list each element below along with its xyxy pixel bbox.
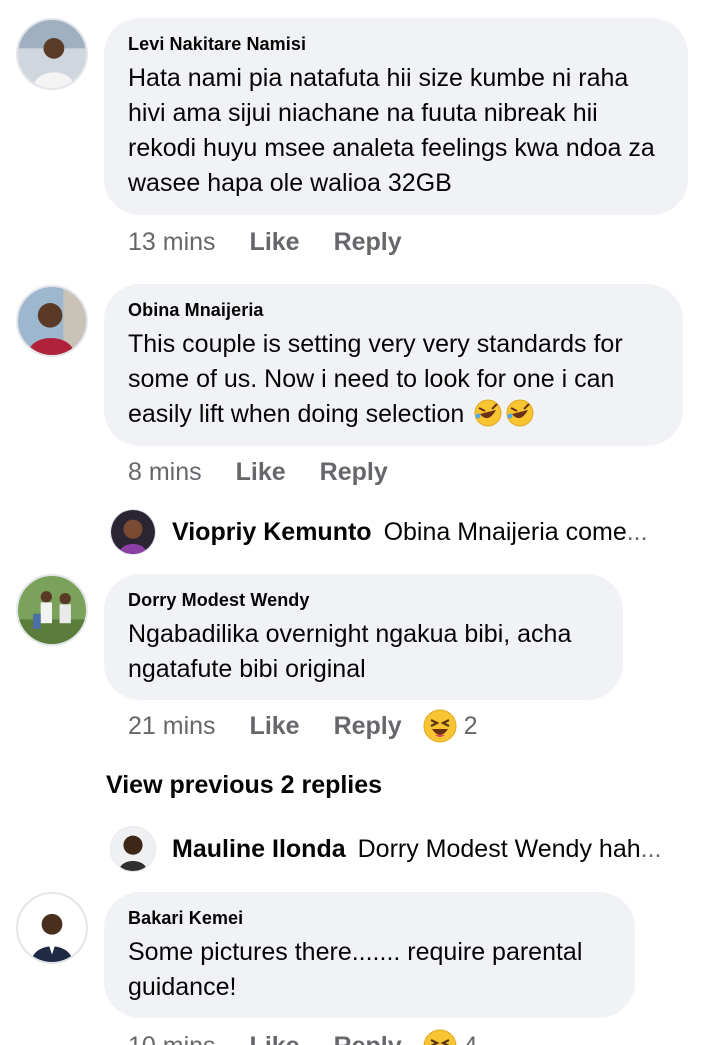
avatar bbox=[110, 826, 156, 872]
reaction-summary[interactable]: 2 bbox=[422, 708, 478, 744]
reply-author[interactable]: Viopriy Kemunto bbox=[172, 518, 372, 547]
rofl-emoji bbox=[505, 398, 535, 428]
comment-time[interactable]: 10 mins bbox=[128, 1032, 216, 1045]
laughing-emoji bbox=[423, 1029, 457, 1045]
reply-snippet: Obina Mnaijeria come bbox=[383, 517, 627, 546]
reply-author[interactable]: Mauline Ilonda bbox=[172, 835, 346, 864]
like-button[interactable]: Like bbox=[250, 1032, 300, 1045]
laughing-emoji bbox=[423, 709, 457, 743]
reply-preview[interactable]: Mauline Ilonda Dorry Modest Wendy hah... bbox=[110, 826, 710, 872]
reaction-summary[interactable]: 4 bbox=[422, 1028, 478, 1045]
avatar[interactable] bbox=[16, 18, 88, 90]
comment-bubble: Levi Nakitare Namisi Hata nami pia nataf… bbox=[104, 18, 688, 215]
comment-actions: 10 mins Like Reply 4 bbox=[128, 1028, 478, 1045]
comment-text: Some pictures there....... require paren… bbox=[128, 938, 583, 1001]
comment-author[interactable]: Bakari Kemei bbox=[128, 908, 611, 929]
like-button[interactable]: Like bbox=[236, 458, 286, 487]
comment-bubble: Bakari Kemei Some pictures there....... … bbox=[104, 892, 635, 1018]
reaction-count: 2 bbox=[463, 711, 478, 740]
comment-time[interactable]: 8 mins bbox=[128, 458, 202, 487]
comment-actions: 8 mins Like Reply bbox=[128, 458, 388, 487]
comment-text-body: This couple is setting very very standar… bbox=[128, 330, 623, 428]
comment-text: Ngabadilika overnight ngakua bibi, acha … bbox=[128, 620, 572, 683]
avatar[interactable] bbox=[16, 892, 88, 964]
like-button[interactable]: Like bbox=[250, 228, 300, 257]
reply-button[interactable]: Reply bbox=[320, 458, 388, 487]
avatar[interactable] bbox=[16, 285, 88, 357]
comment-author[interactable]: Levi Nakitare Namisi bbox=[128, 34, 664, 55]
comment-bubble: Obina Mnaijeria This couple is setting v… bbox=[104, 284, 683, 446]
reply-preview[interactable]: Viopriy Kemunto Obina Mnaijeria come... bbox=[110, 509, 710, 555]
rofl-emoji bbox=[473, 398, 503, 428]
reply-button[interactable]: Reply bbox=[334, 712, 402, 741]
reply-button[interactable]: Reply bbox=[334, 1032, 402, 1045]
comment-time[interactable]: 21 mins bbox=[128, 712, 216, 741]
avatar[interactable] bbox=[16, 574, 88, 646]
reply-snippet: Dorry Modest Wendy hah bbox=[357, 834, 641, 863]
comment-text: Hata nami pia natafuta hii size kumbe ni… bbox=[128, 64, 655, 197]
reply-ellipsis: ... bbox=[626, 517, 648, 546]
comment-bubble: Dorry Modest Wendy Ngabadilika overnight… bbox=[104, 574, 623, 700]
avatar bbox=[110, 509, 156, 555]
comment-text: This couple is setting very very standar… bbox=[128, 327, 659, 432]
reaction-count: 4 bbox=[464, 1032, 478, 1045]
comment-time[interactable]: 13 mins bbox=[128, 228, 216, 257]
comment-author[interactable]: Obina Mnaijeria bbox=[128, 300, 659, 321]
reply-button[interactable]: Reply bbox=[334, 228, 402, 257]
comment-actions: 13 mins Like Reply bbox=[128, 228, 402, 257]
view-previous-replies[interactable]: View previous 2 replies bbox=[106, 771, 382, 800]
reply-ellipsis: ... bbox=[640, 834, 662, 863]
comment-author[interactable]: Dorry Modest Wendy bbox=[128, 590, 599, 611]
like-button[interactable]: Like bbox=[250, 712, 300, 741]
comment-actions: 21 mins Like Reply 2 bbox=[128, 708, 478, 744]
